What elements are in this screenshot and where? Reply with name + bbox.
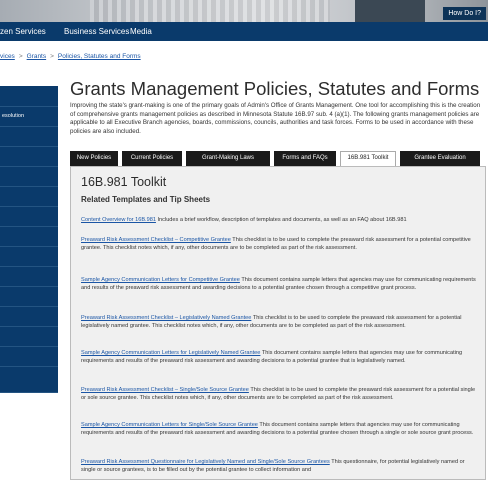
sidebar-item[interactable] bbox=[0, 126, 58, 147]
breadcrumb: vices > Grants > Policies, Statutes and Form… bbox=[0, 53, 141, 60]
breadcrumb-grants[interactable]: Grants bbox=[27, 53, 47, 60]
sidebar-item[interactable] bbox=[0, 366, 58, 393]
toolkit-entry: Preaward Risk Assessment Questionnaire f… bbox=[81, 458, 479, 475]
entry-link[interactable]: Sample Agency Communication Letters for … bbox=[81, 422, 258, 428]
entry-link[interactable]: Preaward Risk Assessment Checklist – Com… bbox=[81, 237, 231, 243]
nav-citizen-services[interactable]: zen Services bbox=[0, 22, 46, 41]
tab-grant-making-laws[interactable]: Grant-Making Laws bbox=[186, 151, 270, 166]
toolkit-entry: Preaward Risk Assessment Checklist – Leg… bbox=[81, 314, 479, 331]
toolkit-entry: Sample Agency Communication Letters for … bbox=[81, 276, 479, 293]
sidebar-item[interactable] bbox=[0, 86, 58, 107]
toolkit-entry: Sample Agency Communication Letters for … bbox=[81, 349, 479, 366]
nav-media[interactable]: Media bbox=[130, 22, 152, 41]
sidebar-item-resolution[interactable]: esolution bbox=[0, 106, 58, 127]
toolkit-panel: 16B.981 Toolkit Related Templates and Ti… bbox=[70, 166, 486, 480]
sidebar-item[interactable] bbox=[0, 346, 58, 367]
sidebar-item[interactable] bbox=[0, 266, 58, 287]
nav-business-services[interactable]: Business Services bbox=[64, 22, 129, 41]
sidebar-item[interactable] bbox=[0, 206, 58, 227]
tab-16b981-toolkit[interactable]: 16B.981 Toolkit bbox=[340, 151, 396, 166]
sidebar-item[interactable] bbox=[0, 246, 58, 267]
entry-link[interactable]: Sample Agency Communication Letters for … bbox=[81, 350, 260, 356]
tab-grantee-evaluation[interactable]: Grantee Evaluation bbox=[400, 151, 480, 166]
entry-link[interactable]: Preaward Risk Assessment Checklist – Sin… bbox=[81, 387, 249, 393]
tab-current-policies[interactable]: Current Policies bbox=[122, 151, 182, 166]
header-banner: How Do I? bbox=[0, 0, 488, 22]
entry-link[interactable]: Preaward Risk Assessment Questionnaire f… bbox=[81, 459, 330, 465]
sidebar: esolution bbox=[0, 86, 58, 393]
banner-shadow bbox=[355, 0, 425, 22]
entry-link[interactable]: Preaward Risk Assessment Checklist – Leg… bbox=[81, 315, 251, 321]
breadcrumb-services[interactable]: vices bbox=[0, 53, 15, 60]
toolkit-entry: Preaward Risk Assessment Checklist – Sin… bbox=[81, 386, 479, 403]
sidebar-item[interactable] bbox=[0, 306, 58, 327]
page-title: Grants Management Policies, Statutes and… bbox=[70, 78, 480, 99]
toolkit-entry: Content Overview for 16B.981 Includes a … bbox=[81, 216, 479, 224]
tab-new-policies[interactable]: New Policies bbox=[70, 151, 118, 166]
sidebar-item[interactable] bbox=[0, 226, 58, 247]
entry-link[interactable]: Sample Agency Communication Letters for … bbox=[81, 277, 240, 283]
sidebar-item[interactable] bbox=[0, 186, 58, 207]
toolkit-title: 16B.981 Toolkit bbox=[81, 175, 167, 189]
page-intro: Improving the state's grant-making is on… bbox=[70, 102, 481, 135]
toolkit-entry: Preaward Risk Assessment Checklist – Com… bbox=[81, 236, 479, 253]
sidebar-item[interactable] bbox=[0, 326, 58, 347]
toolkit-subtitle: Related Templates and Tip Sheets bbox=[81, 195, 211, 204]
breadcrumb-separator: > bbox=[18, 53, 23, 60]
sidebar-item[interactable] bbox=[0, 286, 58, 307]
entry-description: Includes a brief workflow, description o… bbox=[155, 217, 407, 223]
entry-link[interactable]: Content Overview for 16B.981 bbox=[81, 217, 156, 223]
sidebar-item[interactable] bbox=[0, 166, 58, 187]
sidebar-item[interactable] bbox=[0, 146, 58, 167]
main-nav: zen Services Business Services Media bbox=[0, 22, 488, 41]
tab-forms-and-faqs[interactable]: Forms and FAQs bbox=[274, 151, 336, 166]
breadcrumb-separator: > bbox=[50, 53, 54, 60]
capitol-image bbox=[90, 0, 330, 22]
breadcrumb-current[interactable]: Policies, Statutes and Forms bbox=[58, 53, 141, 60]
sidebar-item-label: esolution bbox=[2, 113, 25, 119]
how-do-i-button[interactable]: How Do I? bbox=[443, 7, 486, 20]
toolkit-entry: Sample Agency Communication Letters for … bbox=[81, 421, 479, 438]
